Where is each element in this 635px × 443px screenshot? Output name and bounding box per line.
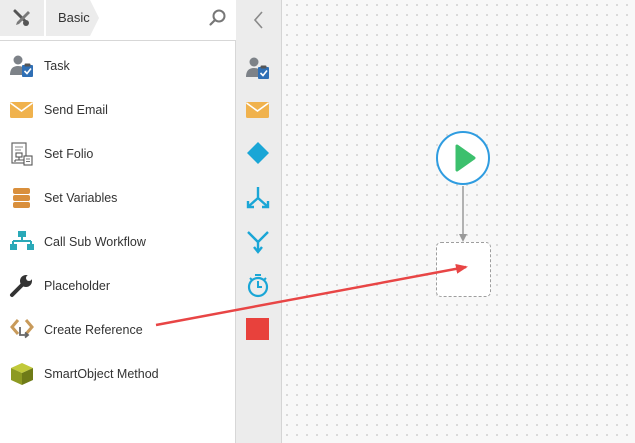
set-folio-icon: [11, 142, 33, 166]
tool-item-label: SmartObject Method: [44, 367, 159, 381]
toolbox-home-button[interactable]: [0, 0, 44, 36]
tool-item-set-folio[interactable]: Set Folio: [0, 132, 235, 176]
tools-icon: [13, 9, 30, 26]
tool-item-set-variables[interactable]: Set Variables: [0, 176, 235, 220]
tool-item-call-sub-workflow[interactable]: Call Sub Workflow: [0, 220, 235, 264]
strip-merge-icon[interactable]: [245, 229, 271, 255]
chevron-left-icon: [253, 11, 263, 29]
tool-item-label: Send Email: [44, 103, 108, 117]
tool-item-send-email[interactable]: Send Email: [0, 88, 235, 132]
strip-stop-icon[interactable]: [245, 316, 271, 342]
stack-icon: [13, 188, 30, 208]
strip-timer-icon[interactable]: [245, 272, 271, 298]
tool-item-label: Set Folio: [44, 147, 94, 161]
tool-item-task[interactable]: Task: [0, 44, 235, 88]
strip-envelope-icon[interactable]: [245, 97, 271, 123]
tool-item-label: Task: [44, 59, 70, 73]
tool-item-placeholder[interactable]: Placeholder: [0, 264, 235, 308]
tool-item-label: Call Sub Workflow: [44, 235, 146, 249]
toolbox-panel: Basic Task Send Email Set Folio Set Vari…: [0, 0, 236, 443]
play-icon: [455, 144, 476, 172]
strip-decision-diamond-icon[interactable]: [245, 140, 271, 166]
toolbox-header: Basic: [0, 0, 236, 41]
tool-item-label: Placeholder: [44, 279, 111, 293]
create-reference-icon: [10, 319, 34, 339]
step-drop-zone[interactable]: [436, 242, 491, 297]
breadcrumb-basic[interactable]: Basic: [46, 0, 99, 36]
strip-user-task-icon[interactable]: [245, 55, 271, 81]
tool-item-label: Set Variables: [44, 191, 118, 205]
start-node[interactable]: [436, 131, 490, 185]
tool-item-label: Create Reference: [44, 323, 143, 337]
tool-item-create-reference[interactable]: Create Reference: [0, 308, 235, 352]
user-task-icon: [10, 55, 33, 77]
collapse-panel-button[interactable]: [236, 0, 282, 40]
tool-item-smartobject-method[interactable]: SmartObject Method: [0, 352, 235, 396]
breadcrumb-label: Basic: [58, 10, 90, 25]
workflow-canvas[interactable]: [282, 0, 635, 443]
wrench-icon: [10, 275, 32, 297]
cube-icon: [11, 363, 33, 385]
strip-split-icon[interactable]: [245, 185, 271, 211]
collapsed-toolbar: [236, 0, 282, 443]
search-button[interactable]: [208, 8, 228, 28]
hierarchy-icon: [10, 231, 34, 250]
envelope-icon: [10, 102, 33, 118]
search-icon: [209, 9, 226, 26]
